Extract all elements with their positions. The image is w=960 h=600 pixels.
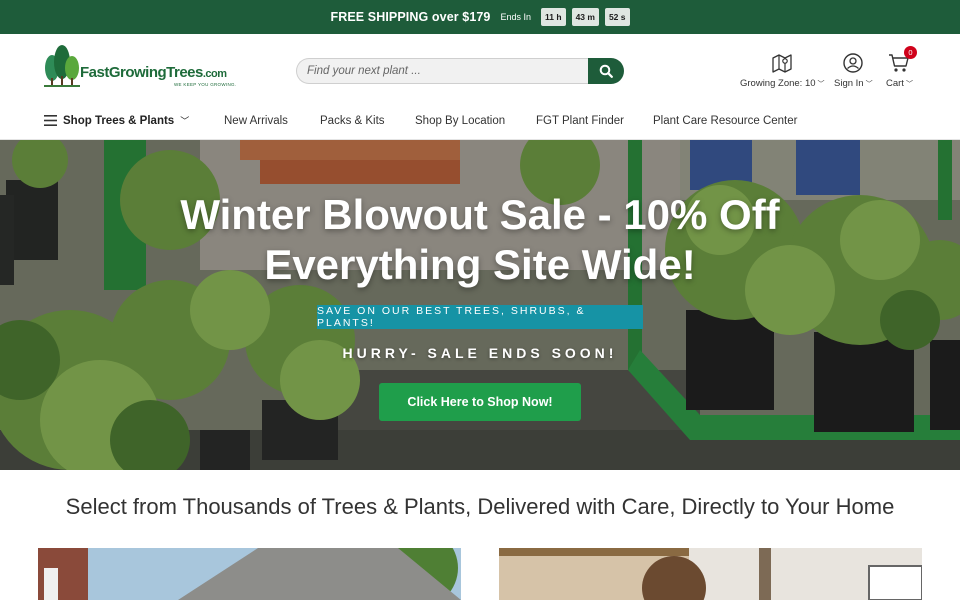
nav-plant-finder[interactable]: FGT Plant Finder xyxy=(536,115,624,127)
countdown-minutes: 43 m xyxy=(571,8,599,26)
nav-shop-by-location[interactable]: Shop By Location xyxy=(415,115,505,127)
hero-headline-line1: Winter Blowout Sale - 10% Off xyxy=(180,191,780,238)
map-icon xyxy=(772,54,792,73)
sign-in-label: Sign In ﹀ xyxy=(834,78,873,89)
site-logo[interactable]: FastGrowingTrees.com WE KEEP YOU GROWING… xyxy=(42,44,242,90)
trees-logo-icon xyxy=(44,45,80,87)
section-tagline: Select from Thousands of Trees & Plants,… xyxy=(65,494,895,519)
cart-button[interactable]: 0 Cart ﹀ xyxy=(886,46,917,89)
logo-wordmark: FastGrowingTrees.com xyxy=(80,64,227,81)
user-icon xyxy=(843,53,863,73)
ends-in-label: Ends In xyxy=(500,12,532,22)
shop-trees-label: Shop Trees & Plants xyxy=(63,114,175,127)
site-header: FastGrowingTrees.com WE KEEP YOU GROWING… xyxy=(0,34,960,104)
hamburger-icon xyxy=(44,115,57,126)
search-button[interactable] xyxy=(588,58,624,84)
person-with-plant-image xyxy=(499,548,922,600)
shop-now-button[interactable]: Click Here to Shop Now! xyxy=(379,383,581,421)
save-subbanner: SAVE ON OUR BEST TREES, SHRUBS, & PLANTS… xyxy=(317,305,643,329)
search-icon xyxy=(599,64,613,78)
logo-tagline: WE KEEP YOU GROWING. xyxy=(174,82,237,87)
shop-trees-menu[interactable]: Shop Trees & Plants ﹀ xyxy=(44,114,189,127)
nav-packs-kits[interactable]: Packs & Kits xyxy=(320,115,385,127)
free-shipping-text: FREE SHIPPING over $179 xyxy=(330,10,491,24)
cart-label: Cart ﹀ xyxy=(886,78,913,89)
promo-bar: FREE SHIPPING over $179 Ends In 11 h 43 … xyxy=(0,0,960,34)
hurry-text: HURRY- SALE ENDS SOON! xyxy=(342,345,618,361)
main-nav: Shop Trees & Plants ﹀ New Arrivals Packs… xyxy=(0,104,960,140)
countdown-seconds: 52 s xyxy=(604,8,630,26)
category-card-indoor[interactable] xyxy=(499,548,922,600)
hero-headline: Winter Blowout Sale - 10% Off Everything… xyxy=(0,190,960,290)
cart-count-badge: 0 xyxy=(904,46,917,59)
nav-plant-care[interactable]: Plant Care Resource Center xyxy=(653,115,797,127)
growing-zone-label: Growing Zone: 10 ﹀ xyxy=(740,78,825,89)
sign-in-menu[interactable]: Sign In ﹀ xyxy=(834,52,873,89)
growing-zone-selector[interactable]: Growing Zone: 10 ﹀ xyxy=(740,52,825,89)
house-yard-image xyxy=(38,548,461,600)
search-input[interactable] xyxy=(296,58,596,84)
hero-banner[interactable]: Winter Blowout Sale - 10% Off Everything… xyxy=(0,140,960,470)
nav-new-arrivals[interactable]: New Arrivals xyxy=(224,115,288,127)
search-bar xyxy=(296,58,627,84)
hero-headline-line2: Everything Site Wide! xyxy=(264,241,696,288)
category-card-outdoor[interactable] xyxy=(38,548,461,600)
chevron-down-icon: ﹀ xyxy=(180,116,190,126)
countdown-hours: 11 h xyxy=(541,8,566,26)
